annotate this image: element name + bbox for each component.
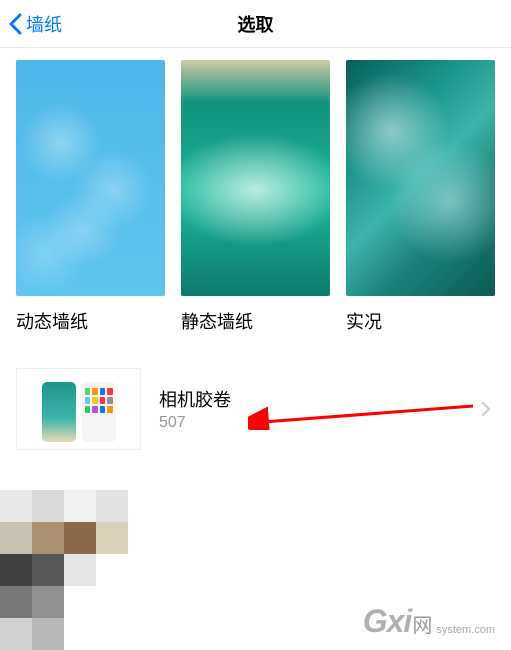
- category-label: 动态墙纸: [16, 308, 165, 334]
- page-title: 选取: [238, 11, 274, 37]
- category-static[interactable]: 静态墙纸: [181, 60, 330, 334]
- category-label: 静态墙纸: [181, 308, 330, 334]
- album-name: 相机胶卷: [159, 386, 231, 412]
- watermark-prefix: Gxi: [363, 603, 412, 640]
- watermark-domain: system.com: [436, 624, 495, 636]
- dynamic-thumbnail: [16, 60, 165, 296]
- mini-phone-icon: [42, 382, 76, 442]
- chevron-left-icon: [8, 13, 22, 35]
- album-info: 相机胶卷 507: [159, 386, 231, 432]
- nav-header: 墙纸 选取: [0, 0, 511, 48]
- category-live[interactable]: 实况: [346, 60, 495, 334]
- album-thumbnail: [16, 368, 141, 450]
- album-camera-roll[interactable]: 相机胶卷 507: [0, 360, 511, 458]
- static-thumbnail: [181, 60, 330, 296]
- category-label: 实况: [346, 308, 495, 334]
- pixelated-region: [0, 490, 160, 650]
- chevron-right-icon: [481, 401, 491, 417]
- category-dynamic[interactable]: 动态墙纸: [16, 60, 165, 334]
- watermark-cn: 网: [412, 609, 432, 638]
- back-label: 墙纸: [26, 11, 62, 37]
- back-button[interactable]: 墙纸: [0, 11, 62, 37]
- mini-phone-icon: [82, 382, 116, 442]
- album-count: 507: [159, 414, 231, 432]
- watermark: Gxi 网 system.com: [363, 603, 495, 640]
- live-thumbnail: [346, 60, 495, 296]
- wallpaper-categories: 动态墙纸 静态墙纸 实况: [0, 48, 511, 334]
